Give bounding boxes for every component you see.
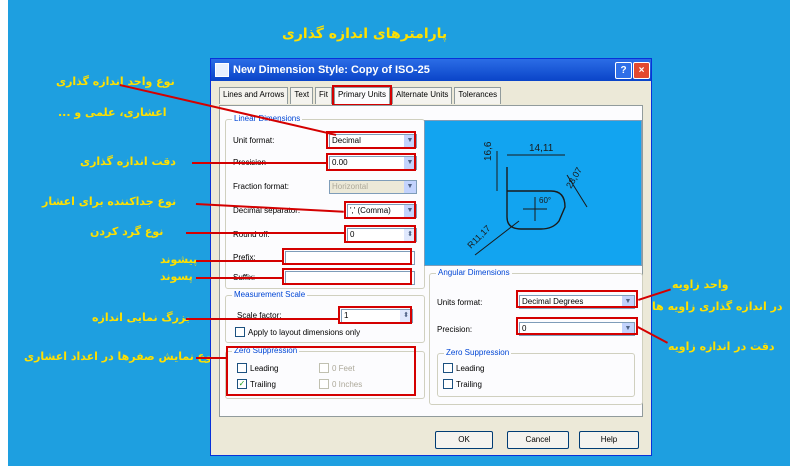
annotation-angle-unit: واحد زاویه xyxy=(672,278,729,291)
measurement-scale-title: Measurement Scale xyxy=(232,290,308,299)
dimension-preview: 16,6 14,11 28,07 60° R11,17 xyxy=(424,120,642,266)
annotation-unit-type-sub: اعشاری، علمی و ... xyxy=(58,106,167,119)
checkbox-box[interactable] xyxy=(443,379,453,389)
dialog-app-icon xyxy=(215,63,229,77)
close-icon[interactable]: × xyxy=(633,62,650,79)
apply-layout-checkbox[interactable]: Apply to layout dimensions only xyxy=(235,327,360,337)
help-button[interactable]: Help xyxy=(579,431,639,449)
unit-format-label: Unit format: xyxy=(233,136,275,145)
highlight-scale-factor xyxy=(338,306,412,324)
preview-part-outline xyxy=(506,167,566,230)
angular-leading-label: Leading xyxy=(456,363,485,373)
leader-line xyxy=(192,162,326,164)
angular-dimensions-title: Angular Dimensions xyxy=(436,268,512,277)
annotation-zero: نوع نمایش صفرها در اعداد اعشاری xyxy=(24,350,217,363)
angular-trailing-checkbox[interactable]: Trailing xyxy=(443,379,482,389)
checkbox-box[interactable] xyxy=(443,363,453,373)
highlight-precision xyxy=(326,153,416,171)
tab-text[interactable]: Text xyxy=(290,87,314,104)
tab-lines-and-arrows[interactable]: Lines and Arrows xyxy=(219,87,289,104)
leader-line xyxy=(196,357,226,359)
angular-precision-label: Precision: xyxy=(437,325,473,334)
apply-layout-label: Apply to layout dimensions only xyxy=(248,327,361,337)
tab-tolerances[interactable]: Tolerances xyxy=(454,87,502,104)
annotation-angle-precision: دقت در اندازه زاویه xyxy=(668,340,775,353)
highlight-angular-precision xyxy=(516,317,638,335)
help-icon[interactable]: ? xyxy=(615,62,632,79)
highlight-prefix xyxy=(282,248,412,265)
highlight-zero-suppression xyxy=(226,346,416,396)
leader-line xyxy=(196,260,282,262)
highlight-angular-units xyxy=(516,290,638,308)
chevron-down-icon: ▼ xyxy=(404,181,416,193)
tab-fit[interactable]: Fit xyxy=(315,87,332,104)
angular-trailing-label: Trailing xyxy=(456,379,482,389)
preview-dim-text: 14,11 xyxy=(529,143,554,154)
highlight-unit-format xyxy=(326,131,416,149)
tab-strip: Lines and Arrows Text Fit Primary Units … xyxy=(219,85,503,106)
preview-dim-text: 60° xyxy=(539,196,551,205)
preview-dim-text: R11,17 xyxy=(465,223,492,250)
highlight-decimal-separator xyxy=(344,201,416,219)
fraction-format-select: Horizontal ▼ xyxy=(329,180,417,194)
highlight-round-off xyxy=(344,225,416,243)
zero-suppression-angular-title: Zero Suppression xyxy=(444,348,512,357)
preview-drawing: 16,6 14,11 28,07 60° R11,17 xyxy=(465,141,588,256)
annotation-angle-unit-sub: در اندازه گذاری زاویه ها xyxy=(652,300,783,313)
highlight-suffix xyxy=(282,268,412,285)
annotation-round-off: نوع گرد کردن xyxy=(90,225,164,238)
tab-alternate-units[interactable]: Alternate Units xyxy=(391,87,453,104)
dialog-title: New Dimension Style: Copy of ISO-25 xyxy=(233,64,430,76)
zero-suppression-angular-group: Zero Suppression xyxy=(437,348,635,397)
units-format-label: Units format: xyxy=(437,298,483,307)
tab-primary-units[interactable]: Primary Units xyxy=(331,85,392,106)
preview-dim-text: 28,07 xyxy=(564,165,584,190)
annotation-unit-type: نوع واحد اندازه گذاری xyxy=(56,75,175,88)
dialog-titlebar[interactable]: New Dimension Style: Copy of ISO-25 ? × xyxy=(211,59,651,81)
tutorial-title: پارامترهای اندازه گذاری xyxy=(282,26,448,42)
ok-button[interactable]: OK xyxy=(435,431,493,449)
preview-dim-text: 16,6 xyxy=(483,141,494,161)
angular-leading-checkbox[interactable]: Leading xyxy=(443,363,484,373)
annotation-separator: نوع جداکننده برای اعشار xyxy=(42,195,177,208)
annotation-prefix: پیشوند xyxy=(160,253,198,266)
leader-line xyxy=(196,277,282,279)
annotation-suffix: پسوند xyxy=(160,270,193,283)
checkbox-box[interactable] xyxy=(235,327,245,337)
cancel-button[interactable]: Cancel xyxy=(507,431,569,449)
annotation-scale: بزرگ نمایی اندازه xyxy=(92,311,190,324)
annotation-precision: دقت اندازه گذاری xyxy=(80,155,176,168)
leader-line xyxy=(186,318,338,320)
fraction-format-value: Horizontal xyxy=(332,182,369,191)
leader-line xyxy=(186,232,344,234)
fraction-format-label: Fraction format: xyxy=(233,182,290,191)
